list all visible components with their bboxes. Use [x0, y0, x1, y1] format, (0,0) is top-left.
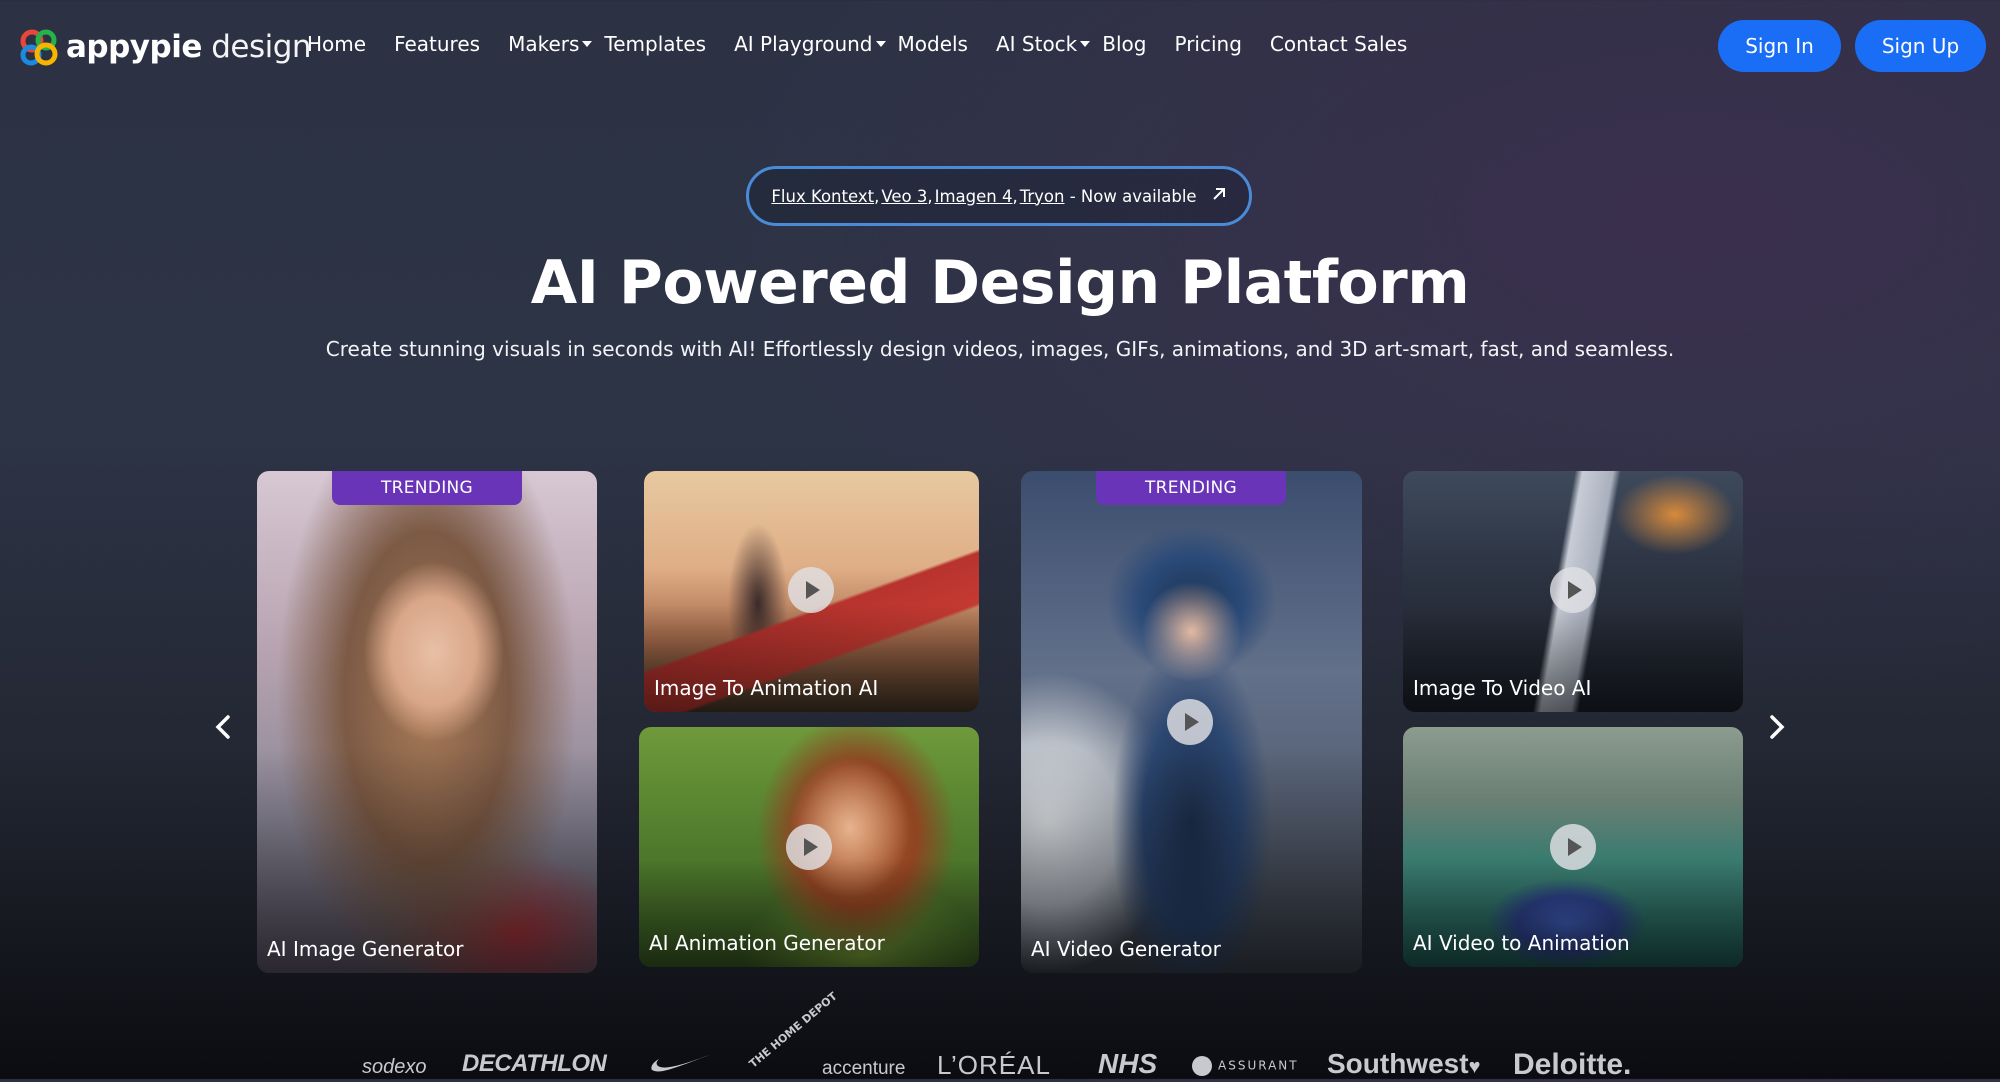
carousel-prev-button[interactable]	[209, 712, 239, 742]
card-image-to-video-ai[interactable]: Image To Video AI	[1403, 471, 1743, 712]
announcement-suffix: - Now available	[1064, 186, 1197, 206]
card-ai-video-generator[interactable]: TRENDING AI Video Generator	[1021, 471, 1362, 973]
caret-down-icon	[1080, 41, 1091, 47]
logo-nhs: NHS	[1098, 1048, 1158, 1079]
card-ai-animation-generator[interactable]: AI Animation Generator	[639, 727, 979, 967]
chevron-right-icon	[1770, 715, 1785, 739]
trending-badge: TRENDING	[332, 471, 522, 505]
nav-makers[interactable]: Makers	[508, 32, 593, 56]
play-icon	[788, 567, 834, 613]
site-header: appypie design Home Features Makers Temp…	[0, 0, 2000, 92]
logo-loreal: L’ORÉAL	[937, 1050, 1051, 1080]
separator: ,	[1012, 186, 1018, 206]
link-imagen-4[interactable]: Imagen 4	[935, 187, 1013, 206]
caret-down-icon	[582, 41, 593, 47]
client-logos: sodexo DECATHLON THE HOME DEPOT accentur…	[350, 990, 1670, 1081]
caret-down-icon	[875, 41, 886, 47]
card-label: AI Video Generator	[1031, 937, 1221, 961]
link-veo-3[interactable]: Veo 3	[881, 187, 927, 206]
carousel-next-button[interactable]	[1761, 712, 1791, 742]
play-icon	[1550, 567, 1596, 613]
play-icon	[786, 824, 832, 870]
brand-logo[interactable]: appypie design	[18, 26, 312, 68]
page-title: AI Powered Design Platform	[530, 248, 1470, 318]
play-icon	[1550, 824, 1596, 870]
announcement-pill[interactable]: Flux Kontext, Veo 3, Imagen 4, Tryon - N…	[746, 166, 1252, 226]
card-label: AI Animation Generator	[649, 931, 885, 955]
card-label: AI Image Generator	[267, 937, 464, 961]
heart-icon: ♥	[1468, 1056, 1481, 1078]
logo-sodexo: sodexo	[362, 1056, 427, 1078]
chevron-left-icon	[215, 715, 230, 739]
sign-in-button[interactable]: Sign In	[1718, 20, 1841, 72]
card-ai-image-generator[interactable]: TRENDING AI Image Generator	[257, 471, 597, 973]
card-label: AI Video to Animation	[1413, 931, 1630, 955]
nav-templates[interactable]: Templates	[604, 32, 706, 56]
play-icon	[1167, 699, 1213, 745]
main-nav: Home Features Makers Templates AI Playgr…	[307, 32, 1435, 56]
arrow-up-right-icon	[1211, 186, 1227, 207]
nav-features[interactable]: Features	[394, 32, 480, 56]
page-subtitle: Create stunning visuals in seconds with …	[325, 337, 1675, 361]
assurant-emblem-icon	[1192, 1056, 1212, 1076]
card-label: Image To Animation AI	[654, 676, 879, 700]
card-label: Image To Video AI	[1413, 676, 1592, 700]
nav-models[interactable]: Models	[898, 32, 968, 56]
logo-assurant: ASSURANT	[1192, 1056, 1299, 1076]
logo-accenture: accenture	[822, 1058, 906, 1079]
nav-home[interactable]: Home	[307, 32, 366, 56]
nav-contact-sales[interactable]: Contact Sales	[1270, 32, 1407, 56]
nav-pricing[interactable]: Pricing	[1174, 32, 1241, 56]
logo-decathlon: DECATHLON	[462, 1050, 607, 1077]
logo-deloitte: Deloitte.	[1513, 1048, 1632, 1081]
sign-up-button[interactable]: Sign Up	[1855, 20, 1986, 72]
logo-home-depot: THE HOME DEPOT	[746, 989, 840, 1071]
separator: ,	[927, 186, 933, 206]
appypie-logo-icon	[20, 29, 58, 66]
nav-ai-playground[interactable]: AI Playground	[734, 32, 886, 56]
nav-ai-stock[interactable]: AI Stock	[996, 32, 1091, 56]
card-ai-video-to-animation[interactable]: AI Video to Animation	[1403, 727, 1743, 967]
nav-blog[interactable]: Blog	[1102, 32, 1146, 56]
separator: ,	[874, 186, 880, 206]
trending-badge: TRENDING	[1096, 471, 1286, 505]
card-image-to-animation-ai[interactable]: Image To Animation AI	[644, 471, 979, 712]
link-tryon[interactable]: Tryon	[1020, 187, 1065, 206]
brand-name: appypie design	[66, 29, 312, 65]
logo-nike-swoosh	[651, 1054, 712, 1072]
link-flux-kontext[interactable]: Flux Kontext	[771, 187, 874, 206]
logo-southwest: Southwest♥	[1327, 1048, 1481, 1079]
